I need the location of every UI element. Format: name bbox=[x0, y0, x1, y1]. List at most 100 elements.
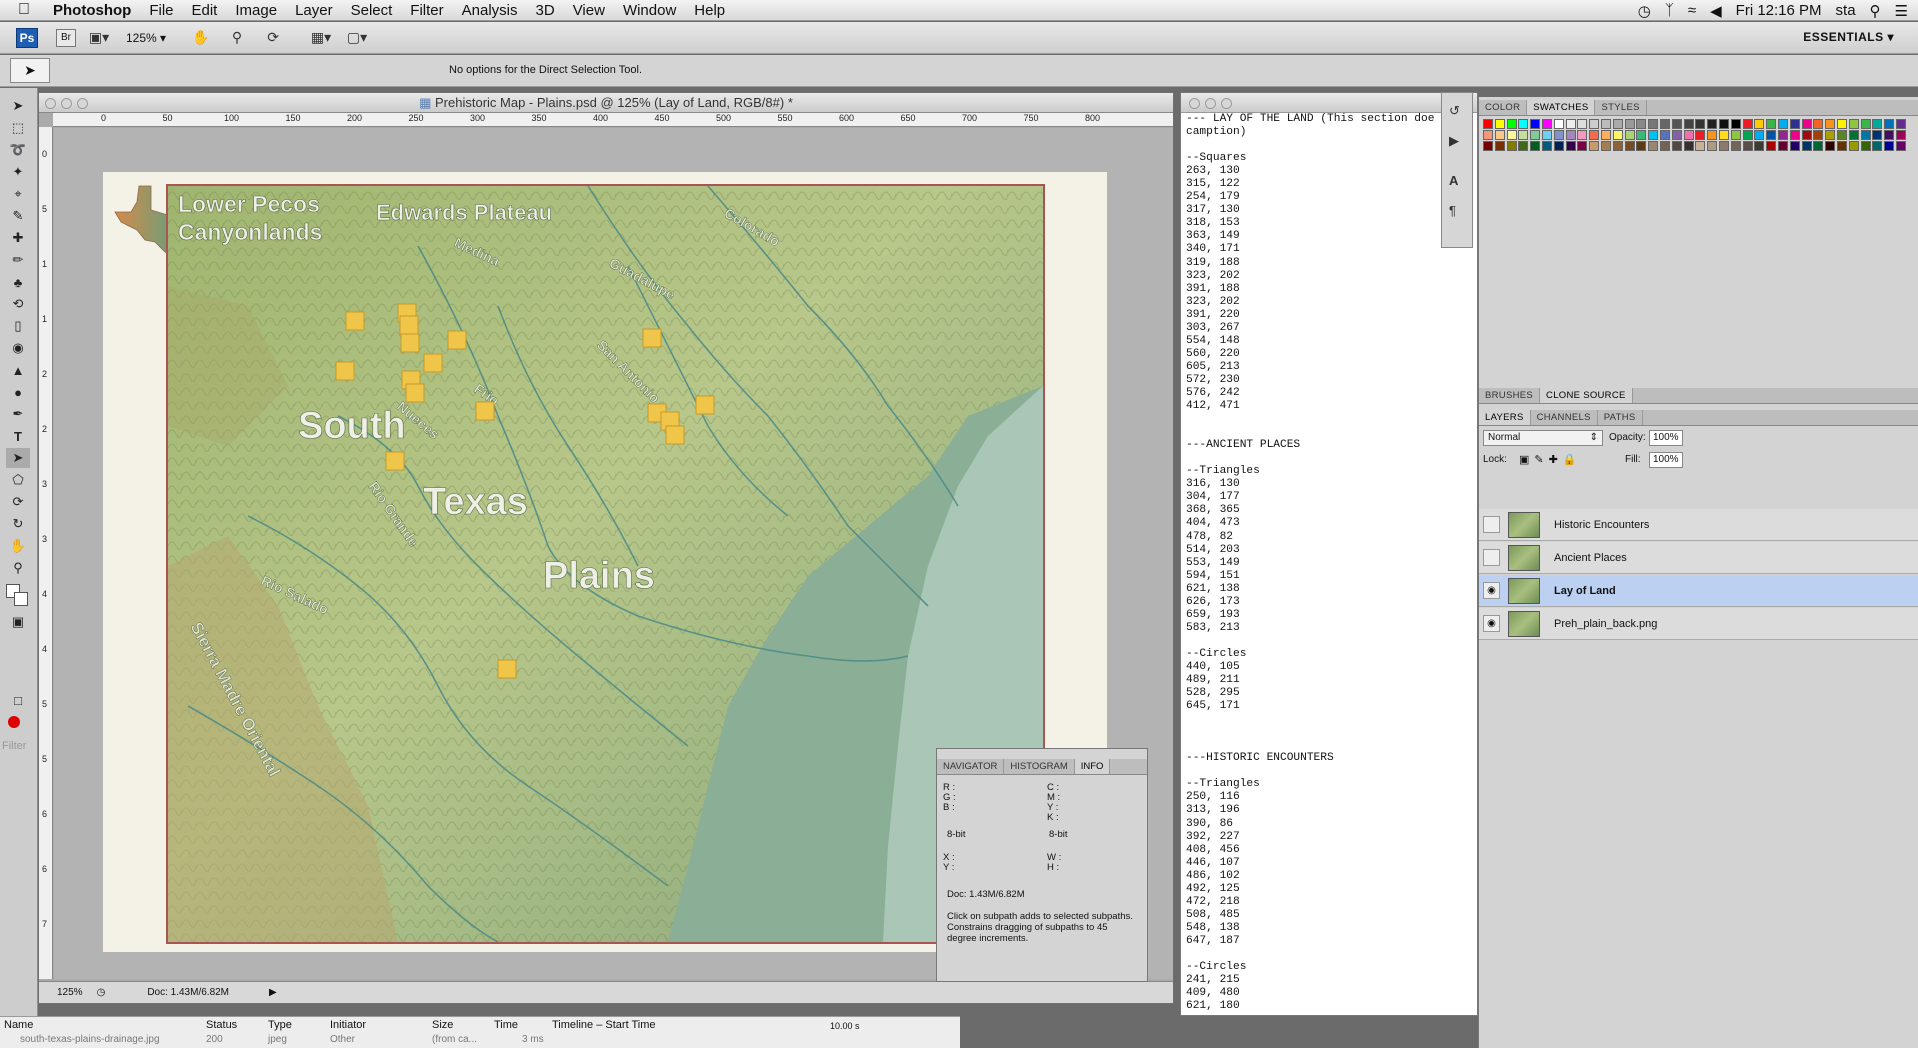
color-swatch[interactable] bbox=[1612, 141, 1623, 151]
color-swatch[interactable] bbox=[1695, 141, 1706, 151]
3d-orbit-icon[interactable]: ↻ bbox=[6, 514, 30, 534]
site-square[interactable] bbox=[447, 330, 467, 350]
color-swatch[interactable] bbox=[1518, 119, 1529, 129]
color-swatch[interactable] bbox=[1636, 119, 1647, 129]
color-swatch[interactable] bbox=[1494, 141, 1505, 151]
net-row-name[interactable]: south-texas-plains-drainage.jpg bbox=[20, 1034, 160, 1045]
color-swatch[interactable] bbox=[1601, 141, 1611, 151]
status-menu-arrow[interactable]: ▶ bbox=[269, 987, 277, 998]
layer-row[interactable]: ◉ Lay of Land bbox=[1479, 575, 1918, 607]
zoom-level-select[interactable]: 125% ▾ bbox=[126, 31, 166, 45]
text-close-button[interactable] bbox=[1189, 98, 1200, 109]
color-swatch[interactable] bbox=[1884, 130, 1895, 140]
ruler-horizontal[interactable]: 0 50 100 150 200 250 300 350 400 450 500 550 600 650 7… bbox=[53, 113, 1173, 127]
spotlight-icon[interactable]: ⚲ bbox=[1870, 2, 1881, 20]
color-swatch[interactable] bbox=[1801, 141, 1812, 151]
color-swatch[interactable] bbox=[1896, 141, 1906, 151]
color-swatch[interactable] bbox=[1789, 130, 1800, 140]
color-swatch[interactable] bbox=[1648, 130, 1659, 140]
site-square[interactable] bbox=[385, 451, 405, 471]
3d-rotate-icon[interactable]: ⟳ bbox=[6, 492, 30, 512]
brush-tool-icon[interactable]: ✏ bbox=[6, 250, 30, 270]
color-swatch[interactable] bbox=[1825, 141, 1836, 151]
color-swatch[interactable] bbox=[1671, 141, 1682, 151]
color-swatch[interactable] bbox=[1848, 130, 1859, 140]
color-swatch[interactable] bbox=[1695, 130, 1706, 140]
color-swatch[interactable] bbox=[1518, 130, 1529, 140]
site-square[interactable] bbox=[475, 401, 495, 421]
color-swatch[interactable] bbox=[1825, 130, 1836, 140]
color-swatch[interactable] bbox=[1530, 119, 1541, 129]
color-swatch[interactable] bbox=[1742, 119, 1753, 129]
site-square[interactable] bbox=[665, 425, 685, 445]
color-swatch[interactable] bbox=[1483, 119, 1493, 129]
quick-mask-icon[interactable]: ▣ bbox=[6, 612, 30, 632]
color-swatch[interactable] bbox=[1789, 141, 1800, 151]
color-swatch[interactable] bbox=[1506, 141, 1517, 151]
layer-visibility-eye-icon[interactable] bbox=[1483, 549, 1500, 566]
status-info-icon[interactable]: ◷ bbox=[97, 987, 106, 998]
tab-navigator[interactable]: NAVIGATOR bbox=[937, 759, 1005, 774]
coordinates-text[interactable]: --- LAY OF THE LAND (This section doe ca… bbox=[1186, 113, 1434, 1013]
color-swatch[interactable] bbox=[1837, 141, 1847, 151]
clone-stamp-icon[interactable]: ♣ bbox=[6, 272, 30, 292]
bridge-button[interactable]: Br bbox=[56, 28, 76, 47]
shape-tool-icon[interactable]: ⬠ bbox=[6, 470, 30, 490]
net-col-initiator[interactable]: Initiator bbox=[330, 1019, 366, 1031]
layer-visibility-eye-icon[interactable]: ◉ bbox=[1483, 615, 1500, 632]
color-swatch[interactable] bbox=[1860, 119, 1871, 129]
color-swatch[interactable] bbox=[1801, 130, 1812, 140]
zoom-icon[interactable]: ⚲ bbox=[6, 558, 30, 578]
color-swatch[interactable] bbox=[1872, 130, 1883, 140]
text-minimize-button[interactable] bbox=[1205, 98, 1216, 109]
layer-row[interactable]: Ancient Places bbox=[1479, 542, 1918, 574]
quick-selection-icon[interactable]: ✦ bbox=[6, 162, 30, 182]
color-swatch[interactable] bbox=[1542, 141, 1552, 151]
net-col-timeline[interactable]: Timeline – Start Time bbox=[552, 1019, 656, 1031]
color-swatch[interactable] bbox=[1896, 130, 1906, 140]
tab-layers[interactable]: LAYERS bbox=[1479, 410, 1531, 425]
status-zoom[interactable]: 125% bbox=[57, 987, 83, 998]
tab-channels[interactable]: CHANNELS bbox=[1531, 410, 1598, 425]
layer-visibility-eye-icon[interactable] bbox=[1483, 516, 1500, 533]
color-swatch[interactable] bbox=[1530, 141, 1541, 151]
type-tool-icon[interactable]: T bbox=[6, 426, 30, 446]
menu-select[interactable]: Select bbox=[342, 2, 402, 19]
menu-window[interactable]: Window bbox=[614, 2, 685, 19]
color-swatch[interactable] bbox=[1683, 130, 1694, 140]
color-swatch[interactable] bbox=[1813, 130, 1824, 140]
color-swatch[interactable] bbox=[1754, 130, 1765, 140]
color-swatch[interactable] bbox=[1872, 141, 1883, 151]
net-col-name[interactable]: Name bbox=[4, 1019, 33, 1031]
layer-row[interactable]: ◉ Preh_plain_back.png bbox=[1479, 608, 1918, 640]
color-swatch[interactable] bbox=[1624, 130, 1635, 140]
color-swatch[interactable] bbox=[1730, 130, 1741, 140]
color-swatch[interactable] bbox=[1589, 119, 1600, 129]
net-col-type[interactable]: Type bbox=[268, 1019, 292, 1031]
site-square[interactable] bbox=[335, 361, 355, 381]
color-swatch[interactable] bbox=[1624, 141, 1635, 151]
layer-row[interactable]: Historic Encounters bbox=[1479, 509, 1918, 541]
menu-file[interactable]: File bbox=[140, 2, 182, 19]
actions-panel-icon[interactable]: ▶ bbox=[1449, 133, 1459, 149]
color-swatch[interactable] bbox=[1742, 130, 1753, 140]
blur-tool-icon[interactable]: ▲ bbox=[6, 360, 30, 380]
color-swatch[interactable] bbox=[1601, 119, 1611, 129]
color-swatch[interactable] bbox=[1624, 119, 1635, 129]
color-swatch[interactable] bbox=[1530, 130, 1541, 140]
site-square[interactable] bbox=[497, 659, 517, 679]
character-panel-icon[interactable]: A bbox=[1449, 173, 1458, 188]
color-swatch[interactable] bbox=[1636, 130, 1647, 140]
color-swatch[interactable] bbox=[1553, 130, 1564, 140]
color-swatch[interactable] bbox=[1648, 141, 1659, 151]
color-swatch[interactable] bbox=[1577, 141, 1588, 151]
menu-filter[interactable]: Filter bbox=[401, 2, 452, 19]
site-square[interactable] bbox=[345, 311, 365, 331]
apple-icon[interactable]:  bbox=[0, 1, 44, 19]
color-swatch[interactable] bbox=[1518, 141, 1529, 151]
color-swatch[interactable] bbox=[1683, 141, 1694, 151]
color-swatch[interactable] bbox=[1565, 119, 1576, 129]
fill-input[interactable]: 100% bbox=[1649, 452, 1683, 468]
zoom-window-button[interactable] bbox=[77, 98, 88, 109]
tab-info[interactable]: INFO bbox=[1074, 759, 1111, 774]
